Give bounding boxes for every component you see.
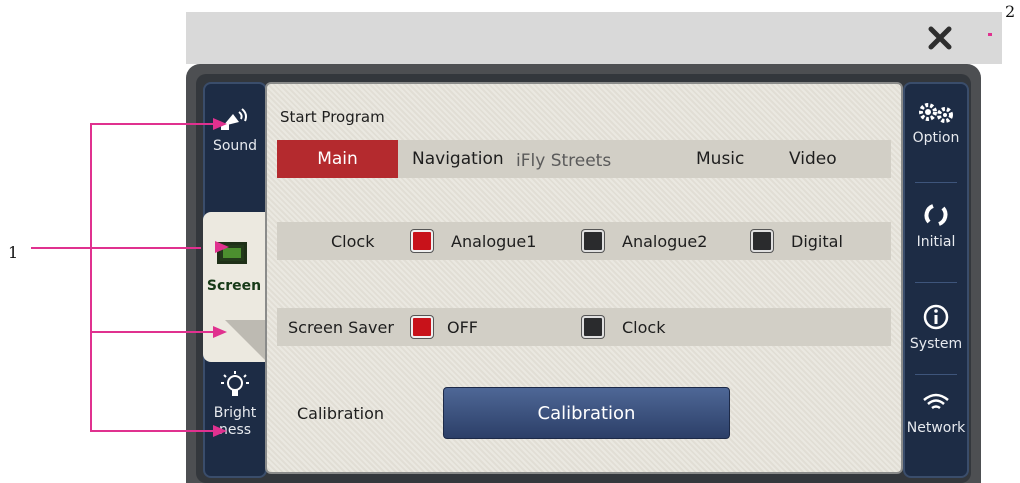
sidebar-item-initial[interactable]: Initial: [905, 200, 967, 250]
clock-analogue2-checkbox[interactable]: [582, 230, 604, 252]
top-bar: [186, 12, 1002, 64]
screen-saver-off-label: OFF: [447, 318, 478, 337]
refresh-icon: [924, 204, 948, 226]
sidebar-item-option[interactable]: Option: [905, 100, 967, 146]
clock-analogue1-label: Analogue1: [451, 232, 537, 251]
close-icon: [928, 26, 952, 50]
right-sidebar: Option Initial System Network: [903, 82, 969, 478]
callout-mark-2: [988, 33, 992, 36]
wifi-icon: [923, 393, 949, 410]
clock-digital-checkbox[interactable]: [751, 230, 773, 252]
sidebar-item-network[interactable]: Network: [905, 390, 967, 436]
callout-line-1: [31, 247, 201, 249]
start-option-navigation[interactable]: Navigation: [412, 149, 504, 169]
start-option-video[interactable]: Video: [789, 149, 837, 169]
close-button[interactable]: [922, 20, 958, 56]
callout-number-1: 1: [8, 243, 19, 262]
start-option-ifly-streets[interactable]: iFly Streets: [516, 151, 652, 171]
clock-analogue1-checkbox[interactable]: [411, 230, 433, 252]
sidebar-label-network: Network: [906, 420, 966, 436]
callout-bracket-vertical: [90, 123, 92, 432]
callout-arrowheads: [213, 118, 229, 437]
gears-icon: [919, 103, 953, 123]
callout-number-2: 2: [1005, 2, 1016, 21]
screen-saver-clock-label: Clock: [622, 318, 666, 337]
start-program-title: Start Program: [280, 108, 385, 126]
sidebar-label-initial: Initial: [916, 234, 956, 250]
clock-label: Clock: [331, 232, 375, 251]
clock-analogue2-label: Analogue2: [622, 232, 708, 251]
sidebar-label-option: Option: [912, 130, 960, 146]
screen-saver-clock-checkbox[interactable]: [582, 316, 604, 338]
clock-digital-label: Digital: [791, 232, 843, 251]
sidebar-item-system[interactable]: System: [905, 302, 967, 352]
screen-saver-label: Screen Saver: [288, 318, 394, 337]
info-icon: [923, 304, 949, 330]
sidebar-label-system: System: [909, 336, 963, 352]
calibration-label: Calibration: [297, 404, 385, 423]
screen-saver-off-checkbox[interactable]: [411, 316, 433, 338]
start-option-main[interactable]: Main: [277, 140, 398, 178]
calibration-button[interactable]: Calibration: [443, 387, 730, 439]
start-option-music[interactable]: Music: [696, 149, 744, 169]
